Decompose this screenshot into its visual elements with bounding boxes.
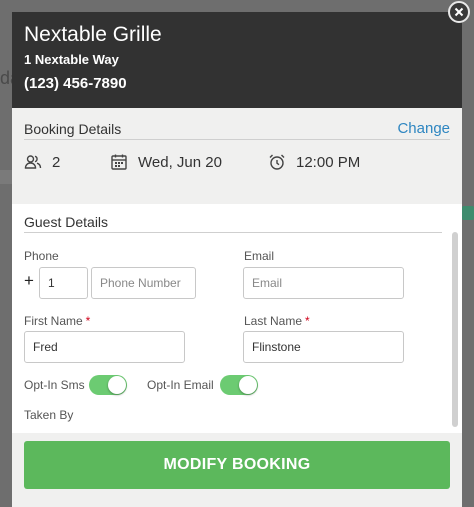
restaurant-header: Nextable Grille 1 Nextable Way (123) 456… <box>12 12 462 108</box>
last-name-input[interactable]: Flinstone <box>243 331 404 363</box>
required-marker: * <box>305 314 310 328</box>
plus-sign: + <box>24 271 34 290</box>
taken-by-label: Taken By <box>24 408 74 422</box>
background-tab <box>462 206 474 220</box>
first-name-input[interactable]: Fred <box>24 331 185 363</box>
opt-in-email-label: Opt-In Email <box>147 378 214 392</box>
email-label: Email <box>244 249 275 263</box>
opt-in-sms-label: Opt-In Sms <box>24 378 85 392</box>
people-icon <box>24 153 42 171</box>
guest-details-header: Guest Details <box>24 214 442 233</box>
booking-date-value: Wed, Jun 20 <box>138 153 222 171</box>
last-name-label-text: Last Name <box>244 314 303 328</box>
restaurant-address: 1 Nextable Way <box>24 52 119 67</box>
booking-details-title: Booking Details <box>24 121 122 137</box>
booking-summary: 2 Wed, Jun 20 12:00 PM <box>24 153 450 171</box>
phone-number-input[interactable]: Phone Number <box>91 267 196 299</box>
restaurant-phone: (123) 456-7890 <box>24 75 127 92</box>
background-strip <box>0 170 12 184</box>
guest-details-section: Guest Details Phone + 1 Phone Number Ema… <box>12 204 462 436</box>
restaurant-name: Nextable Grille <box>24 23 162 46</box>
modify-booking-button[interactable]: MODIFY BOOKING <box>24 441 450 489</box>
phone-label: Phone <box>24 249 59 263</box>
booking-time: 12:00 PM <box>268 153 360 171</box>
guest-count-value: 2 <box>52 153 61 171</box>
booking-date: Wed, Jun 20 <box>110 153 268 171</box>
toggle-knob <box>239 376 257 394</box>
guest-details-title: Guest Details <box>24 214 109 230</box>
opt-in-email-toggle[interactable] <box>220 375 258 395</box>
booking-time-value: 12:00 PM <box>296 153 361 171</box>
opt-in-sms-toggle[interactable] <box>89 375 127 395</box>
calendar-icon <box>110 153 128 171</box>
change-link[interactable]: Change <box>397 120 450 137</box>
email-input[interactable]: Email <box>243 267 404 299</box>
last-name-label: Last Name * <box>244 314 310 328</box>
booking-details-header: Booking Details Change <box>24 120 450 140</box>
required-marker: * <box>85 314 91 328</box>
booking-details-section: Booking Details Change 2 Wed, Jun 20 12:… <box>12 108 462 204</box>
booking-modal: Nextable Grille 1 Nextable Way (123) 456… <box>12 12 462 507</box>
modal-footer: MODIFY BOOKING <box>12 433 462 507</box>
country-code-input[interactable]: 1 <box>39 267 88 299</box>
scrollbar[interactable] <box>452 232 458 427</box>
close-icon <box>454 7 464 17</box>
toggle-knob <box>108 376 126 394</box>
alarm-clock-icon <box>268 153 286 171</box>
guest-count: 2 <box>24 153 110 171</box>
close-button[interactable] <box>448 1 470 23</box>
first-name-label: First Name * <box>24 314 90 328</box>
first-name-label-text: First Name <box>24 314 83 328</box>
